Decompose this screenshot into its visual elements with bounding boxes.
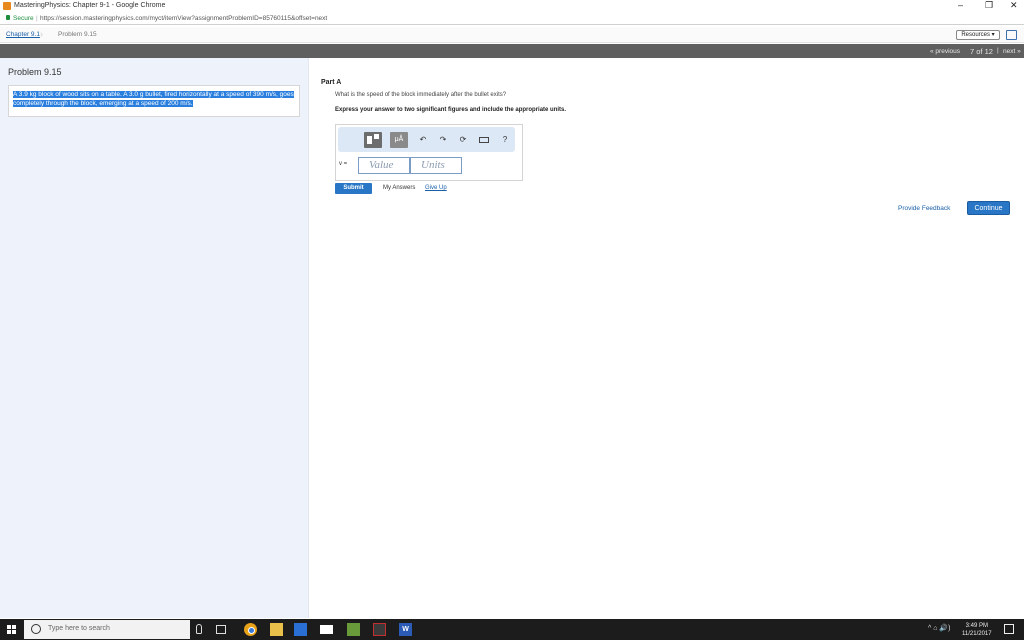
clock-date: 11/21/2017	[962, 631, 992, 637]
problem-panel: Problem 9.15 A 3.9 kg block of wood sits…	[0, 58, 308, 618]
reset-icon[interactable]: ⟳	[457, 132, 469, 148]
previous-link[interactable]: « previous	[930, 48, 960, 55]
problem-position: 7 of 12	[970, 47, 993, 56]
submit-button[interactable]: Submit	[335, 183, 372, 194]
minimize-button[interactable]: –	[958, 0, 963, 10]
lock-icon	[6, 15, 10, 20]
problem-heading: Problem 9.15	[8, 67, 62, 77]
variable-label: v =	[339, 161, 348, 167]
notification-icon[interactable]	[1004, 624, 1014, 634]
system-tray[interactable]: ^ ⌂ 🔊)	[928, 624, 950, 632]
taskbar-search-placeholder: Type here to search	[48, 625, 110, 632]
windows-start-icon[interactable]	[7, 625, 16, 634]
mail-icon[interactable]	[320, 625, 333, 634]
address-separator: |	[36, 15, 38, 22]
problem-nav-bar: « previous 7 of 12 | next »	[0, 44, 1024, 58]
give-up-link[interactable]: Give Up	[425, 185, 447, 191]
secure-label: Secure	[13, 15, 34, 22]
answer-box: μÅ ↶ ↷ ⟳ ? v = Value Units	[335, 124, 523, 181]
units-input[interactable]: Units	[410, 157, 462, 174]
provide-feedback-link[interactable]: Provide Feedback	[898, 205, 950, 212]
undo-icon[interactable]: ↶	[417, 132, 429, 148]
url-text[interactable]: https://session.masteringphysics.com/myc…	[40, 15, 327, 22]
file-explorer-icon[interactable]	[270, 623, 283, 636]
clock[interactable]: 3:49 PM 11/21/2017	[962, 622, 992, 638]
restore-button[interactable]: ❐	[985, 0, 993, 11]
word-icon[interactable]: W	[399, 623, 412, 636]
instruction-text: Express your answer to two significant f…	[335, 107, 567, 113]
breadcrumb-problem: Problem 9.15	[58, 31, 97, 38]
chrome-icon[interactable]	[244, 623, 257, 636]
breadcrumb-chapter-link[interactable]: Chapter 9.1	[6, 31, 40, 38]
window-titlebar: MasteringPhysics: Chapter 9-1 - Google C…	[0, 0, 1024, 12]
part-label: Part A	[321, 79, 342, 86]
nav-divider: |	[997, 47, 999, 54]
problem-statement-box: A 3.9 kg block of wood sits on a table. …	[8, 85, 300, 117]
problem-statement-text: A 3.9 kg block of wood sits on a table. …	[13, 91, 294, 107]
redo-icon[interactable]: ↷	[437, 132, 449, 148]
help-icon[interactable]: ?	[500, 132, 510, 148]
value-input[interactable]: Value	[358, 157, 410, 174]
panel-divider	[308, 58, 309, 618]
templates-icon[interactable]	[364, 132, 382, 148]
next-link[interactable]: next »	[1003, 48, 1021, 55]
microphone-icon[interactable]	[196, 624, 202, 634]
math-toolbar: μÅ ↶ ↷ ⟳ ?	[338, 127, 515, 152]
problem-statement: A 3.9 kg block of wood sits on a table. …	[13, 90, 295, 108]
close-button[interactable]: ✕	[1010, 0, 1018, 11]
my-answers-label[interactable]: My Answers	[383, 185, 415, 191]
keyboard-icon[interactable]	[477, 132, 491, 148]
units-button[interactable]: μÅ	[390, 132, 408, 148]
address-bar[interactable]: Secure | https://session.masteringphysic…	[0, 12, 1024, 25]
taskbar-search-input[interactable]: Type here to search	[24, 620, 190, 639]
window-title: MasteringPhysics: Chapter 9-1 - Google C…	[14, 2, 166, 9]
printer-icon[interactable]	[1006, 30, 1017, 40]
chevron-right-icon: ›	[40, 29, 43, 39]
question-text: What is the speed of the block immediate…	[335, 92, 507, 98]
continue-button[interactable]: Continue	[967, 201, 1010, 215]
store-icon[interactable]	[294, 623, 307, 636]
minecraft-icon[interactable]	[347, 623, 360, 636]
app-icon	[3, 2, 11, 10]
app-icon-dark[interactable]	[373, 623, 386, 636]
windows-taskbar: Type here to search W ^ ⌂ 🔊) 3:49 PM 11/…	[0, 619, 1024, 640]
resources-button[interactable]: Resources ▾	[956, 30, 1000, 40]
cortana-icon	[31, 624, 41, 634]
task-view-icon[interactable]	[216, 625, 226, 634]
clock-time: 3:49 PM	[965, 623, 988, 629]
breadcrumb: Chapter 9.1 › Problem 9.15 Resources ▾	[0, 27, 1024, 43]
